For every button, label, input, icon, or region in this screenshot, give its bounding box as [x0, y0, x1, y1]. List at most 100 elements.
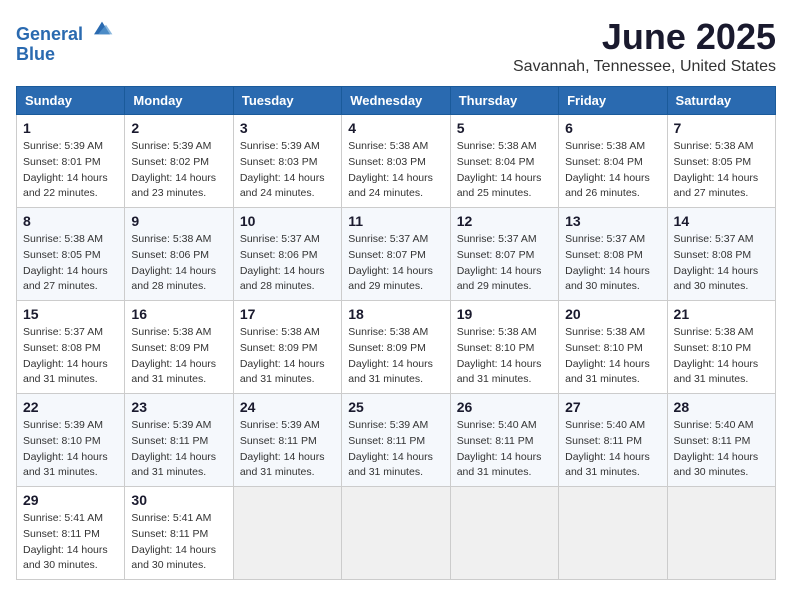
day-info: Sunrise: 5:37 AMSunset: 8:08 PMDaylight:…	[23, 325, 118, 388]
day-info: Sunrise: 5:38 AMSunset: 8:10 PMDaylight:…	[674, 325, 769, 388]
page-header: General Blue June 2025 Savannah, Tenness…	[16, 16, 776, 76]
calendar-cell: 21 Sunrise: 5:38 AMSunset: 8:10 PMDayligh…	[667, 301, 775, 394]
day-info: Sunrise: 5:39 AMSunset: 8:10 PMDaylight:…	[23, 418, 118, 481]
calendar-cell: 14 Sunrise: 5:37 AMSunset: 8:08 PMDayligh…	[667, 208, 775, 301]
day-info: Sunrise: 5:40 AMSunset: 8:11 PMDaylight:…	[565, 418, 660, 481]
calendar-cell	[233, 487, 341, 580]
calendar-week-5: 29 Sunrise: 5:41 AMSunset: 8:11 PMDayligh…	[17, 487, 776, 580]
day-info: Sunrise: 5:38 AMSunset: 8:09 PMDaylight:…	[131, 325, 226, 388]
day-number: 27	[565, 399, 660, 415]
col-header-saturday: Saturday	[667, 87, 775, 115]
day-number: 1	[23, 120, 118, 136]
calendar-cell: 10Sunrise: 5:37 AMSunset: 8:06 PMDayligh…	[233, 208, 341, 301]
day-number: 20	[565, 306, 660, 322]
calendar-cell: 6 Sunrise: 5:38 AMSunset: 8:04 PMDaylight…	[559, 115, 667, 208]
day-info: Sunrise: 5:38 AMSunset: 8:04 PMDaylight:…	[565, 139, 660, 202]
calendar-cell: 15 Sunrise: 5:37 AMSunset: 8:08 PMDayligh…	[17, 301, 125, 394]
calendar-cell: 1 Sunrise: 5:39 AMSunset: 8:01 PMDaylight…	[17, 115, 125, 208]
day-info: Sunrise: 5:39 AMSunset: 8:01 PMDaylight:…	[23, 139, 118, 202]
day-info: Sunrise: 5:39 AMSunset: 8:03 PMDaylight:…	[240, 139, 335, 202]
day-number: 5	[457, 120, 552, 136]
title-block: June 2025 Savannah, Tennessee, United St…	[513, 16, 776, 76]
calendar-cell: 22 Sunrise: 5:39 AMSunset: 8:10 PMDayligh…	[17, 394, 125, 487]
day-info: Sunrise: 5:38 AMSunset: 8:04 PMDaylight:…	[457, 139, 552, 202]
calendar-cell: 26Sunrise: 5:40 AMSunset: 8:11 PMDayligh…	[450, 394, 558, 487]
calendar-cell: 30 Sunrise: 5:41 AMSunset: 8:11 PMDayligh…	[125, 487, 233, 580]
day-info: Sunrise: 5:39 AMSunset: 8:11 PMDaylight:…	[131, 418, 226, 481]
calendar-table: SundayMondayTuesdayWednesdayThursdayFrid…	[16, 86, 776, 580]
day-info: Sunrise: 5:38 AMSunset: 8:05 PMDaylight:…	[23, 232, 118, 295]
day-info: Sunrise: 5:39 AMSunset: 8:11 PMDaylight:…	[348, 418, 443, 481]
calendar-cell: 11Sunrise: 5:37 AMSunset: 8:07 PMDayligh…	[342, 208, 450, 301]
day-number: 25	[348, 399, 443, 415]
day-number: 19	[457, 306, 552, 322]
calendar-week-2: 8 Sunrise: 5:38 AMSunset: 8:05 PMDaylight…	[17, 208, 776, 301]
calendar-cell: 20 Sunrise: 5:38 AMSunset: 8:10 PMDayligh…	[559, 301, 667, 394]
month-title: June 2025	[513, 16, 776, 58]
calendar-week-3: 15 Sunrise: 5:37 AMSunset: 8:08 PMDayligh…	[17, 301, 776, 394]
calendar-cell: 24 Sunrise: 5:39 AMSunset: 8:11 PMDayligh…	[233, 394, 341, 487]
calendar-cell: 17Sunrise: 5:38 AMSunset: 8:09 PMDayligh…	[233, 301, 341, 394]
calendar-cell: 25 Sunrise: 5:39 AMSunset: 8:11 PMDayligh…	[342, 394, 450, 487]
day-number: 17	[240, 306, 335, 322]
logo-general: General	[16, 24, 83, 44]
calendar-cell	[559, 487, 667, 580]
col-header-friday: Friday	[559, 87, 667, 115]
calendar-cell: 13Sunrise: 5:37 AMSunset: 8:08 PMDayligh…	[559, 208, 667, 301]
day-info: Sunrise: 5:37 AMSunset: 8:08 PMDaylight:…	[674, 232, 769, 295]
day-number: 14	[674, 213, 769, 229]
logo-icon	[90, 16, 114, 40]
day-number: 7	[674, 120, 769, 136]
day-info: Sunrise: 5:38 AMSunset: 8:10 PMDaylight:…	[565, 325, 660, 388]
calendar-week-1: 1 Sunrise: 5:39 AMSunset: 8:01 PMDaylight…	[17, 115, 776, 208]
day-info: Sunrise: 5:38 AMSunset: 8:03 PMDaylight:…	[348, 139, 443, 202]
calendar-week-4: 22 Sunrise: 5:39 AMSunset: 8:10 PMDayligh…	[17, 394, 776, 487]
calendar-cell: 27 Sunrise: 5:40 AMSunset: 8:11 PMDayligh…	[559, 394, 667, 487]
day-info: Sunrise: 5:37 AMSunset: 8:07 PMDaylight:…	[457, 232, 552, 295]
day-number: 15	[23, 306, 118, 322]
calendar-cell: 28Sunrise: 5:40 AMSunset: 8:11 PMDayligh…	[667, 394, 775, 487]
calendar-cell: 23 Sunrise: 5:39 AMSunset: 8:11 PMDayligh…	[125, 394, 233, 487]
logo: General Blue	[16, 16, 114, 65]
logo-blue: Blue	[16, 44, 55, 64]
calendar-cell: 12Sunrise: 5:37 AMSunset: 8:07 PMDayligh…	[450, 208, 558, 301]
calendar-cell	[667, 487, 775, 580]
day-number: 6	[565, 120, 660, 136]
day-info: Sunrise: 5:38 AMSunset: 8:10 PMDaylight:…	[457, 325, 552, 388]
calendar-cell: 3 Sunrise: 5:39 AMSunset: 8:03 PMDaylight…	[233, 115, 341, 208]
col-header-sunday: Sunday	[17, 87, 125, 115]
calendar-cell: 4 Sunrise: 5:38 AMSunset: 8:03 PMDaylight…	[342, 115, 450, 208]
day-number: 11	[348, 213, 443, 229]
day-info: Sunrise: 5:38 AMSunset: 8:09 PMDaylight:…	[348, 325, 443, 388]
calendar-cell: 29 Sunrise: 5:41 AMSunset: 8:11 PMDayligh…	[17, 487, 125, 580]
day-info: Sunrise: 5:39 AMSunset: 8:11 PMDaylight:…	[240, 418, 335, 481]
day-number: 24	[240, 399, 335, 415]
day-info: Sunrise: 5:41 AMSunset: 8:11 PMDaylight:…	[131, 511, 226, 574]
day-number: 23	[131, 399, 226, 415]
day-info: Sunrise: 5:41 AMSunset: 8:11 PMDaylight:…	[23, 511, 118, 574]
day-number: 21	[674, 306, 769, 322]
calendar-cell: 2 Sunrise: 5:39 AMSunset: 8:02 PMDaylight…	[125, 115, 233, 208]
calendar-cell: 5 Sunrise: 5:38 AMSunset: 8:04 PMDaylight…	[450, 115, 558, 208]
day-number: 8	[23, 213, 118, 229]
day-number: 26	[457, 399, 552, 415]
day-number: 29	[23, 492, 118, 508]
col-header-monday: Monday	[125, 87, 233, 115]
calendar-cell	[342, 487, 450, 580]
calendar-cell: 18Sunrise: 5:38 AMSunset: 8:09 PMDayligh…	[342, 301, 450, 394]
calendar-cell: 19 Sunrise: 5:38 AMSunset: 8:10 PMDayligh…	[450, 301, 558, 394]
day-number: 13	[565, 213, 660, 229]
calendar-cell: 7Sunrise: 5:38 AMSunset: 8:05 PMDaylight…	[667, 115, 775, 208]
day-info: Sunrise: 5:38 AMSunset: 8:06 PMDaylight:…	[131, 232, 226, 295]
day-number: 3	[240, 120, 335, 136]
day-number: 30	[131, 492, 226, 508]
day-number: 2	[131, 120, 226, 136]
col-header-tuesday: Tuesday	[233, 87, 341, 115]
day-info: Sunrise: 5:37 AMSunset: 8:06 PMDaylight:…	[240, 232, 335, 295]
day-number: 22	[23, 399, 118, 415]
day-number: 9	[131, 213, 226, 229]
day-info: Sunrise: 5:39 AMSunset: 8:02 PMDaylight:…	[131, 139, 226, 202]
calendar-cell: 9 Sunrise: 5:38 AMSunset: 8:06 PMDaylight…	[125, 208, 233, 301]
day-number: 4	[348, 120, 443, 136]
col-header-wednesday: Wednesday	[342, 87, 450, 115]
